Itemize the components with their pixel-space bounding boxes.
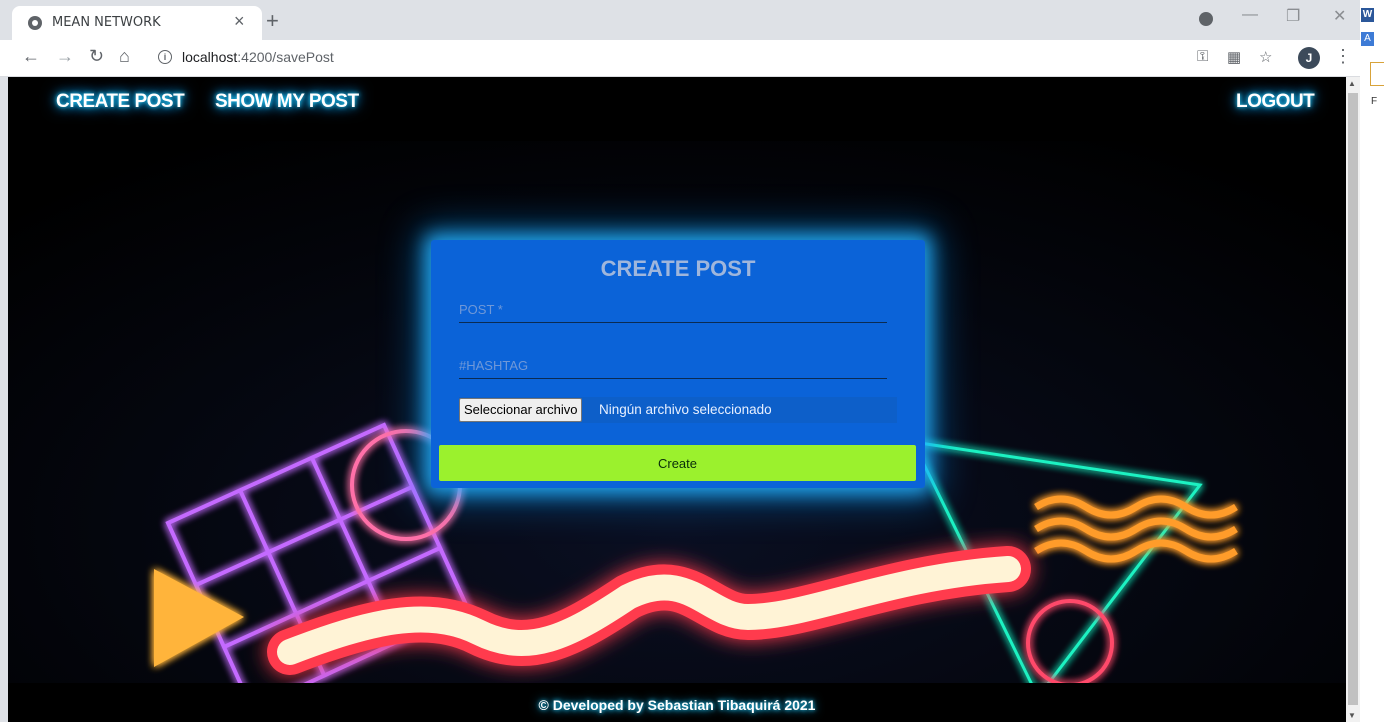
scroll-down-arrow-icon[interactable]: ▼ (1348, 711, 1356, 720)
restore-button[interactable]: ❐ (1286, 6, 1300, 26)
scroll-up-arrow-icon[interactable]: ▲ (1348, 79, 1356, 88)
nav-logout[interactable]: LOGOUT (1236, 91, 1315, 113)
tab-close-icon[interactable]: × (234, 11, 245, 32)
tab-title: MEAN NETWORK (52, 15, 161, 30)
nav-show-my-post[interactable]: SHOW MY POST (215, 91, 359, 113)
reload-icon[interactable]: ↻ (89, 46, 104, 67)
url-host: localhost (182, 49, 238, 65)
scrollbar-thumb[interactable] (1348, 93, 1358, 705)
post-input[interactable] (459, 298, 887, 320)
background-window-label: F (1371, 96, 1378, 107)
footer-credit: © Developed by Sebastian Tibaquirá 2021 (538, 697, 816, 713)
globe-icon (28, 16, 42, 30)
chrome-profile-icon[interactable] (1199, 12, 1213, 26)
top-navbar: CREATE POST SHOW MY POST LOGOUT (8, 77, 1346, 141)
hashtag-field[interactable] (459, 354, 887, 379)
hashtag-input[interactable] (459, 354, 887, 376)
avatar[interactable]: J (1298, 47, 1320, 69)
new-tab-button[interactable]: + (266, 8, 279, 34)
card-title: CREATE POST (600, 256, 756, 281)
word-app-icon[interactable]: W (1361, 8, 1374, 22)
address-bar[interactable]: i localhost:4200/savePost (146, 44, 1186, 72)
browser-tab[interactable]: MEAN NETWORK × (12, 6, 262, 40)
home-icon[interactable]: ⌂ (119, 46, 130, 67)
browser-toolbar: ← → ↻ ⌂ i localhost:4200/savePost ⚿ ▦ ☆ … (0, 40, 1360, 77)
key-icon[interactable]: ⚿ (1197, 48, 1208, 65)
app-icon[interactable]: A (1361, 32, 1374, 46)
url-text: localhost:4200/savePost (182, 49, 334, 65)
page-viewport: CREATE POST SHOW MY POST LOGOUT CREATE P… (8, 77, 1346, 722)
create-button[interactable]: Create (439, 445, 916, 481)
choose-file-button[interactable]: Seleccionar archivo (459, 398, 583, 422)
file-upload-row: Seleccionar archivo Ningún archivo selec… (459, 397, 897, 423)
translate-icon[interactable]: ▦ (1227, 48, 1241, 66)
page-footer: © Developed by Sebastian Tibaquirá 2021 (8, 683, 1346, 722)
forward-arrow-icon[interactable]: → (56, 46, 74, 67)
minimize-button[interactable]: — (1242, 6, 1258, 24)
url-path: :4200/savePost (237, 49, 334, 65)
more-menu-icon[interactable]: ⋮ (1334, 46, 1352, 67)
info-icon[interactable]: i (158, 50, 172, 64)
create-post-card: CREATE POST Seleccionar archivo Ningún a… (431, 240, 925, 488)
background-window (1360, 0, 1384, 722)
file-status-text: Ningún archivo seleccionado (599, 402, 772, 417)
browser-tabstrip: MEAN NETWORK × + — ❐ ✕ (0, 0, 1360, 40)
back-arrow-icon[interactable]: ← (22, 46, 40, 67)
bookmark-star-icon[interactable]: ☆ (1259, 48, 1272, 66)
background-window-box (1370, 62, 1384, 86)
nav-create-post[interactable]: CREATE POST (56, 91, 185, 113)
window-close-button[interactable]: ✕ (1333, 6, 1346, 26)
post-field[interactable] (459, 298, 887, 323)
